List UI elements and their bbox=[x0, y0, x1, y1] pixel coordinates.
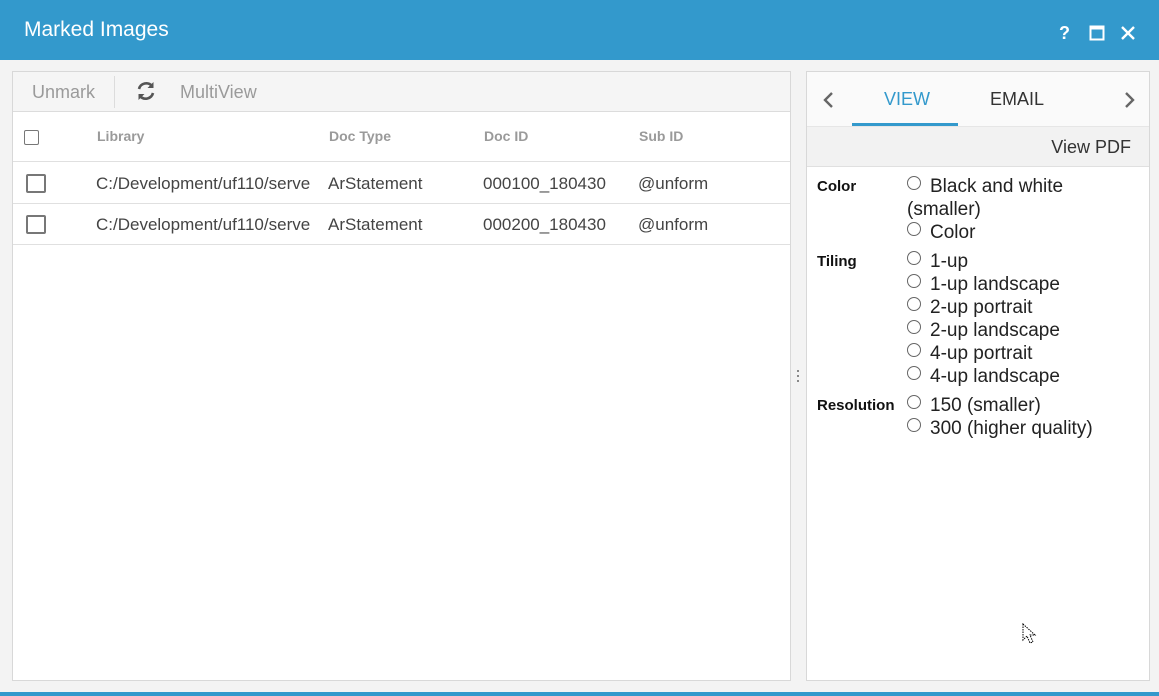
column-header-library[interactable]: Library bbox=[97, 128, 144, 144]
svg-text:?: ? bbox=[1059, 24, 1070, 42]
resolution-option[interactable]: 300 (higher quality) bbox=[907, 418, 1093, 440]
toolbar: Unmark MultiView bbox=[13, 72, 790, 112]
color-bw-option[interactable]: Black and white bbox=[907, 176, 1063, 198]
sub-id-cell: @unform bbox=[638, 174, 709, 193]
tiling-option[interactable]: 2-up portrait bbox=[907, 297, 1032, 319]
column-header-doc-type[interactable]: Doc Type bbox=[329, 128, 391, 144]
unmark-button[interactable]: Unmark bbox=[32, 82, 95, 103]
radio-button[interactable] bbox=[907, 297, 921, 311]
maximize-icon[interactable] bbox=[1084, 20, 1110, 46]
table-row[interactable]: C:/Development/uf110/serve ArStatement 0… bbox=[13, 163, 790, 204]
tiling-choice-label: 4-up portrait bbox=[930, 343, 1033, 364]
select-all-checkbox[interactable] bbox=[24, 130, 39, 145]
toolbar-divider bbox=[114, 76, 115, 108]
refresh-icon[interactable] bbox=[135, 80, 157, 107]
library-cell: C:/Development/uf110/serve bbox=[96, 215, 311, 234]
doc-type-cell: ArStatement bbox=[328, 174, 423, 193]
table-row[interactable]: C:/Development/uf110/serve ArStatement 0… bbox=[13, 204, 790, 245]
radio-button[interactable] bbox=[907, 176, 921, 190]
question-mark-icon[interactable]: ? bbox=[1052, 20, 1078, 46]
tiling-option[interactable]: 4-up landscape bbox=[907, 366, 1060, 388]
column-header-sub-id[interactable]: Sub ID bbox=[639, 128, 683, 144]
chevron-left-icon[interactable] bbox=[819, 90, 839, 110]
radio-button[interactable] bbox=[907, 418, 921, 432]
resolution-option-label: Resolution bbox=[817, 397, 895, 414]
tiling-choice-label: 4-up landscape bbox=[930, 366, 1060, 387]
tiling-option[interactable]: 2-up landscape bbox=[907, 320, 1060, 342]
sub-id-cell: @unform bbox=[638, 215, 709, 234]
column-header-doc-id[interactable]: Doc ID bbox=[484, 128, 528, 144]
active-tab-indicator bbox=[852, 123, 958, 126]
mouse-pointer-icon bbox=[1022, 622, 1038, 650]
grid-header: Library Doc Type Doc ID Sub ID bbox=[13, 113, 790, 162]
tab-email[interactable]: EMAIL bbox=[990, 89, 1044, 110]
radio-button[interactable] bbox=[907, 251, 921, 265]
radio-button[interactable] bbox=[907, 366, 921, 380]
multiview-button[interactable]: MultiView bbox=[180, 82, 257, 103]
library-cell: C:/Development/uf110/serve bbox=[96, 174, 311, 193]
color-bw-label: Black and white bbox=[930, 176, 1064, 197]
resolution-choice-label: 300 (higher quality) bbox=[930, 418, 1093, 439]
row-checkbox[interactable] bbox=[26, 215, 46, 234]
color-color-label: Color bbox=[930, 222, 976, 243]
dialog-content: Unmark MultiView Library Doc Type Doc ID… bbox=[0, 60, 1159, 692]
tiling-choice-label: 1-up bbox=[930, 251, 969, 272]
radio-button[interactable] bbox=[907, 343, 921, 357]
resolution-option[interactable]: 150 (smaller) bbox=[907, 395, 1041, 417]
resolution-choice-label: 150 (smaller) bbox=[930, 395, 1041, 416]
title-bar: Marked Images ? bbox=[0, 0, 1159, 60]
tab-view[interactable]: VIEW bbox=[884, 89, 930, 110]
tiling-option[interactable]: 1-up bbox=[907, 251, 968, 273]
color-color-option[interactable]: Color bbox=[907, 222, 975, 244]
row-checkbox[interactable] bbox=[26, 174, 46, 193]
radio-button[interactable] bbox=[907, 274, 921, 288]
window-title: Marked Images bbox=[24, 18, 169, 41]
radio-button[interactable] bbox=[907, 320, 921, 334]
doc-id-cell: 000200_180430 bbox=[483, 215, 606, 234]
doc-type-cell: ArStatement bbox=[328, 215, 423, 234]
tab-bar: VIEW EMAIL bbox=[807, 72, 1149, 127]
color-option-label: Color bbox=[817, 178, 857, 195]
panel-splitter[interactable] bbox=[795, 370, 801, 386]
close-icon[interactable] bbox=[1115, 20, 1141, 46]
tiling-option[interactable]: 1-up landscape bbox=[907, 274, 1060, 296]
tiling-option-label: Tiling bbox=[817, 253, 857, 270]
radio-button[interactable] bbox=[907, 395, 921, 409]
pdf-action-bar: View PDF bbox=[807, 127, 1149, 167]
tiling-choice-label: 2-up landscape bbox=[930, 320, 1060, 341]
tiling-choice-label: 2-up portrait bbox=[930, 297, 1033, 318]
tiling-choice-label: 1-up landscape bbox=[930, 274, 1060, 295]
doc-id-cell: 000100_180430 bbox=[483, 174, 606, 193]
chevron-right-icon[interactable] bbox=[1119, 90, 1139, 110]
radio-button[interactable] bbox=[907, 222, 921, 236]
marked-images-panel: Unmark MultiView Library Doc Type Doc ID… bbox=[12, 71, 791, 681]
color-bw-label-continued: (smaller) bbox=[907, 199, 981, 220]
tiling-option[interactable]: 4-up portrait bbox=[907, 343, 1032, 365]
view-pdf-button[interactable]: View PDF bbox=[1051, 137, 1131, 158]
output-options-panel: VIEW EMAIL View PDF Color Black and whit… bbox=[806, 71, 1150, 681]
